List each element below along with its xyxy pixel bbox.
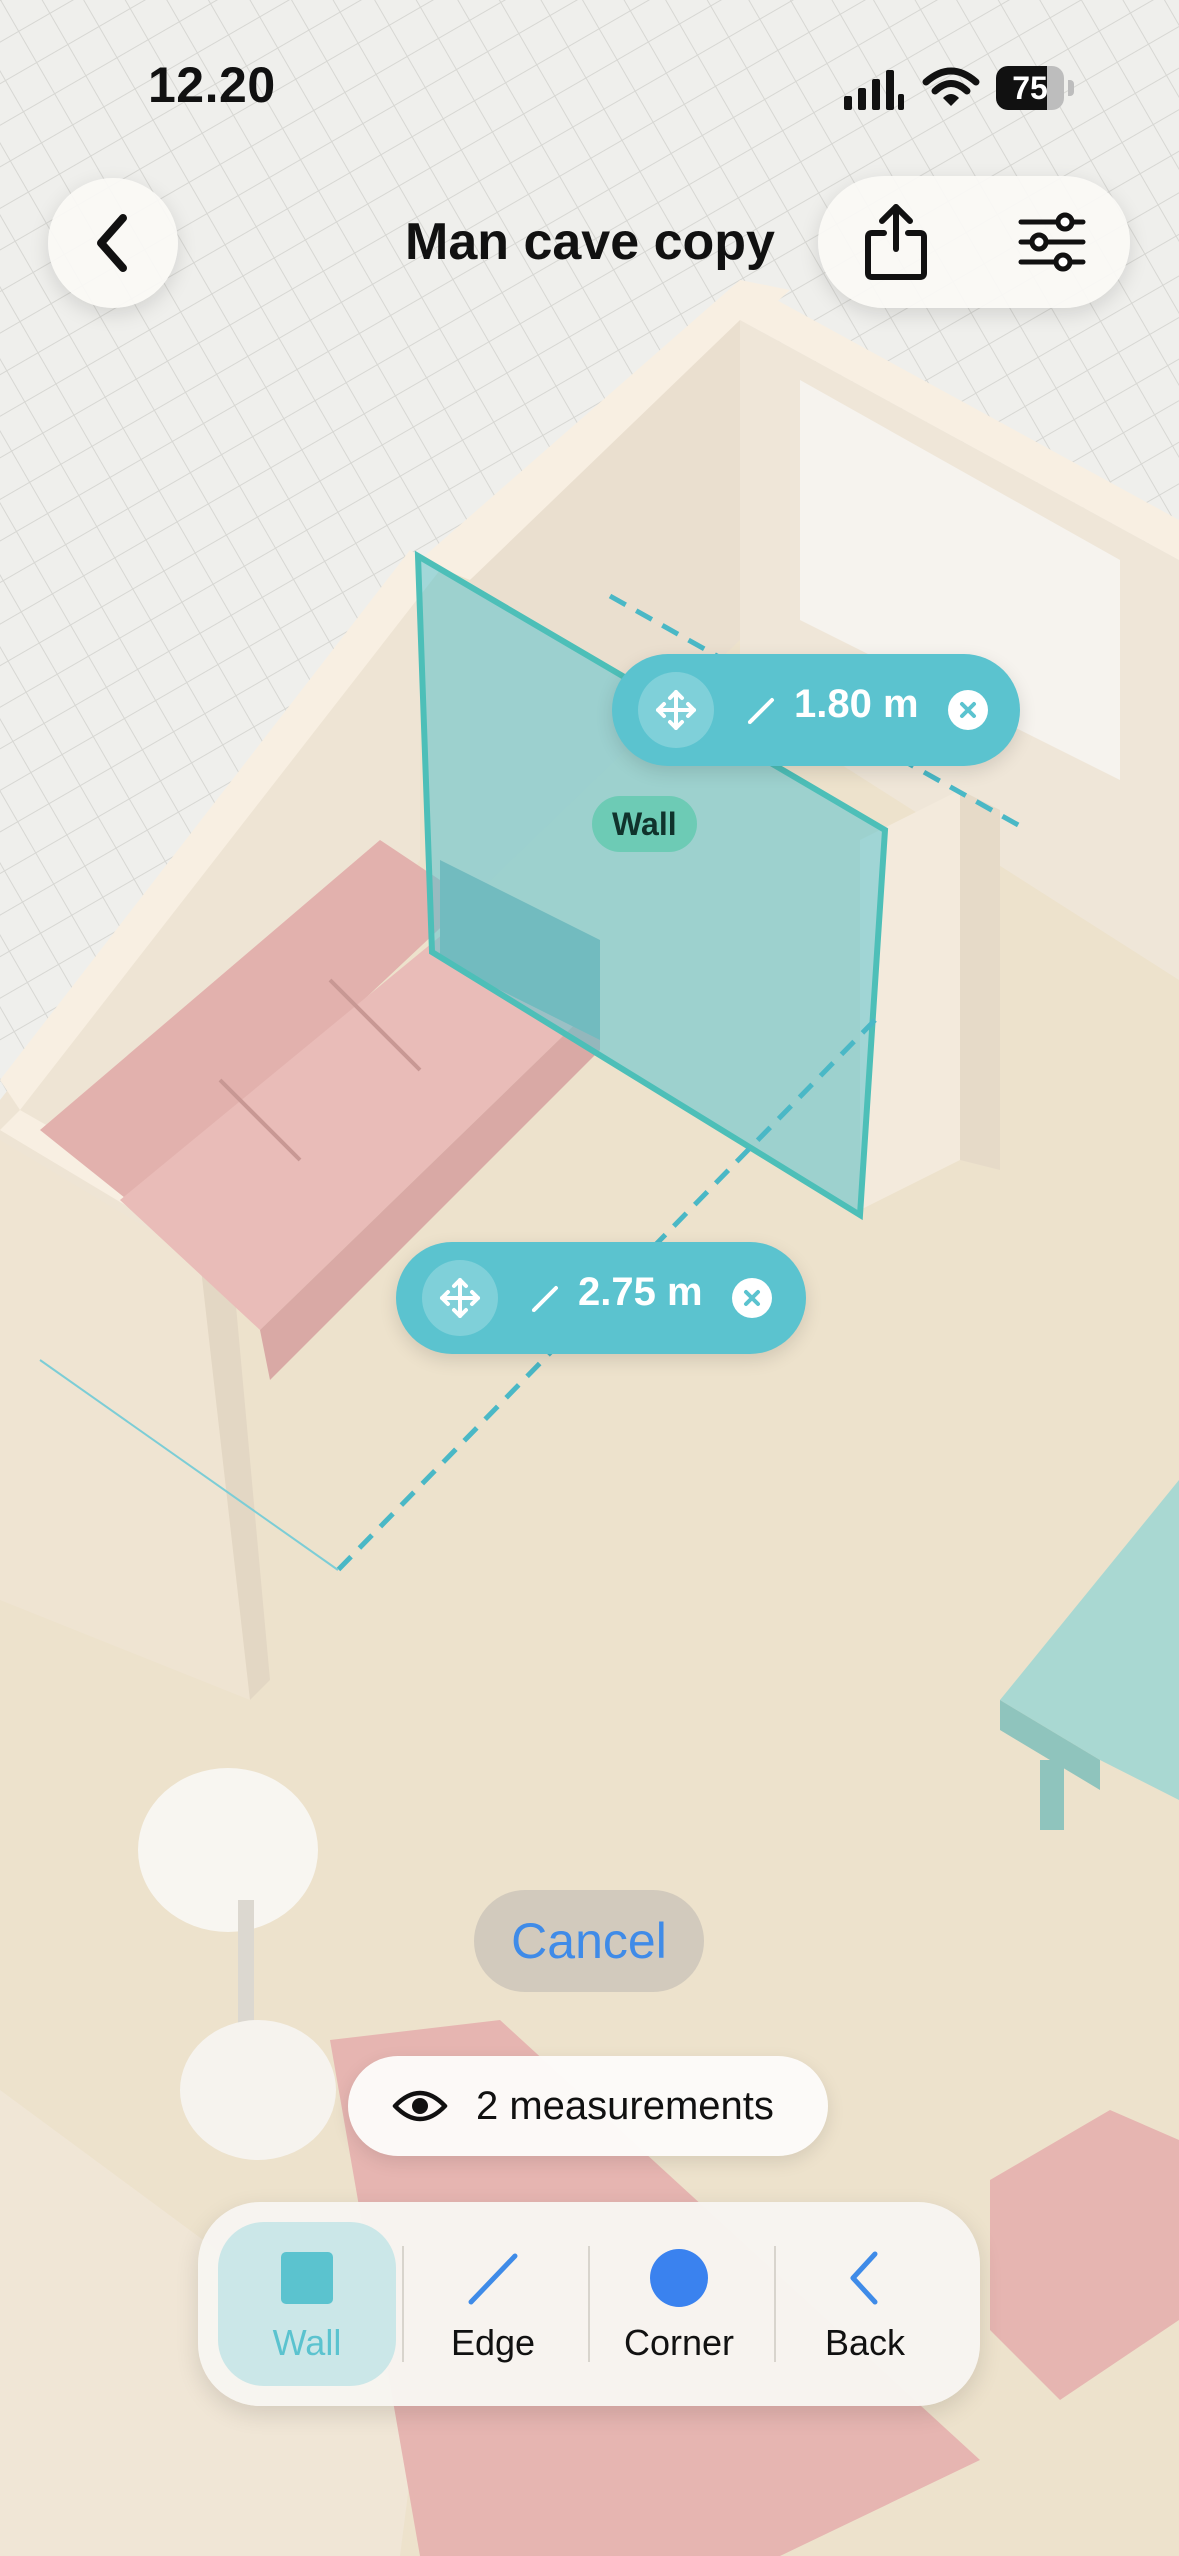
battery-tip — [1068, 80, 1074, 96]
battery-icon: 75 — [996, 66, 1064, 110]
pencil-icon[interactable] — [526, 1278, 566, 1318]
settings-button[interactable] — [996, 186, 1108, 298]
wifi-icon — [922, 67, 980, 106]
close-icon — [744, 1290, 760, 1306]
lamp-base — [180, 2020, 336, 2160]
move-icon — [440, 1278, 480, 1318]
close-icon — [960, 702, 976, 718]
move-handle[interactable] — [422, 1260, 498, 1336]
pencil-icon[interactable] — [742, 690, 782, 730]
top-actions-group — [818, 176, 1130, 308]
corner-dot-icon — [650, 2249, 708, 2307]
tool-corner[interactable]: Corner — [590, 2222, 768, 2386]
tool-wall-label: Wall — [272, 2322, 342, 2363]
share-button[interactable] — [840, 186, 952, 298]
lamp-shade — [138, 1768, 318, 1932]
sliders-icon — [1018, 212, 1086, 272]
tool-back-label: Back — [824, 2322, 906, 2363]
eye-icon — [392, 2090, 448, 2122]
cancel-button[interactable]: Cancel — [474, 1890, 704, 1992]
chevron-left-icon — [97, 214, 127, 272]
signal-icon — [844, 70, 904, 110]
measurement-pill-2[interactable]: 2.75 m — [396, 1242, 806, 1354]
status-time: 12.20 — [148, 57, 276, 113]
measurements-count-label: 2 measurements — [476, 2084, 774, 2128]
tool-edge[interactable]: Edge — [404, 2222, 582, 2386]
remove-measurement-button[interactable] — [732, 1278, 772, 1318]
wall-square-icon — [281, 2252, 333, 2304]
move-handle[interactable] — [638, 672, 714, 748]
tool-wall[interactable]: Wall — [218, 2222, 396, 2386]
measurement-value: 1.80 m — [794, 682, 919, 726]
tool-corner-label: Corner — [623, 2322, 735, 2363]
selection-tag: Wall — [592, 796, 697, 852]
status-icons: 75 — [842, 62, 1082, 114]
move-icon — [656, 690, 696, 730]
tool-back[interactable]: Back — [776, 2222, 954, 2386]
share-icon — [865, 204, 927, 280]
edge-line-icon — [468, 2253, 518, 2305]
back-button[interactable] — [48, 178, 178, 308]
tool-edge-label: Edge — [450, 2322, 536, 2363]
measurements-toggle[interactable]: 2 measurements — [348, 2056, 828, 2156]
tool-selector: Wall Edge Corner Back — [198, 2202, 980, 2406]
measurement-pill-1[interactable]: 1.80 m — [612, 654, 1020, 766]
page-title: Man cave copy — [405, 213, 775, 271]
pillar-side — [960, 790, 1000, 1170]
remove-measurement-button[interactable] — [948, 690, 988, 730]
chevron-left-icon — [850, 2251, 878, 2305]
measurement-value: 2.75 m — [578, 1270, 703, 1314]
